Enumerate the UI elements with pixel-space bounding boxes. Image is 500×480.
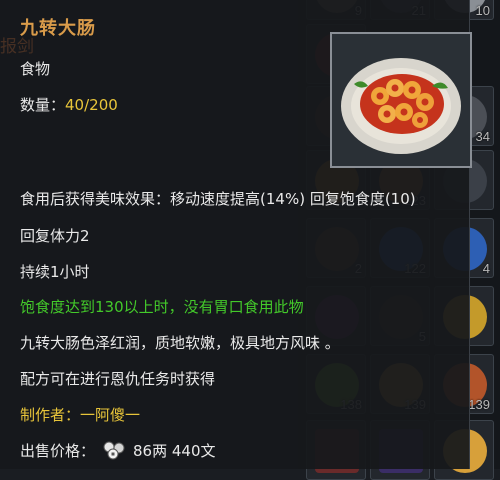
coin-icon [103,441,125,460]
stamina-restore: 回复体力2 [20,227,90,245]
slot-count: 4 [482,261,490,276]
effect-duration: 持续1小时 [20,263,90,281]
slot-count: 10 [475,3,490,18]
item-portrait [330,32,472,168]
recipe-source: 配方可在进行恩仇任务时获得 [20,370,216,388]
quantity-row: 数量：40/200 [20,94,118,115]
effect-description: 食用后获得美味效果：移动速度提高(14%) 回复饱食度(10) [20,190,416,208]
sell-price-row: 出售价格： 86两 440文 [20,438,216,462]
item-description: 九转大肠色泽红润，质地软嫩，极具地方风味 。 [20,334,340,352]
braised-intestines-dish-icon [332,34,470,166]
slot-count: 139 [468,397,490,412]
satiety-warning: 饱食度达到130以上时，没有胃口食用此物 [20,298,304,316]
quantity-value: 40/200 [65,96,118,114]
quantity-label: 数量： [20,96,66,114]
maker-name: 制作者：一阿傻一 [20,406,141,424]
slot-count: 34 [475,129,490,144]
item-title: 九转大肠 [20,18,96,39]
sell-price-value: 86两 440文 [133,441,216,460]
item-tooltip: 报剑 九转大肠 食物 数量：40/200 食用后获得美味效果：移动速度提高(14… [0,0,472,469]
sell-price-label: 出售价格： [20,441,96,460]
item-category: 食物 [20,60,51,78]
